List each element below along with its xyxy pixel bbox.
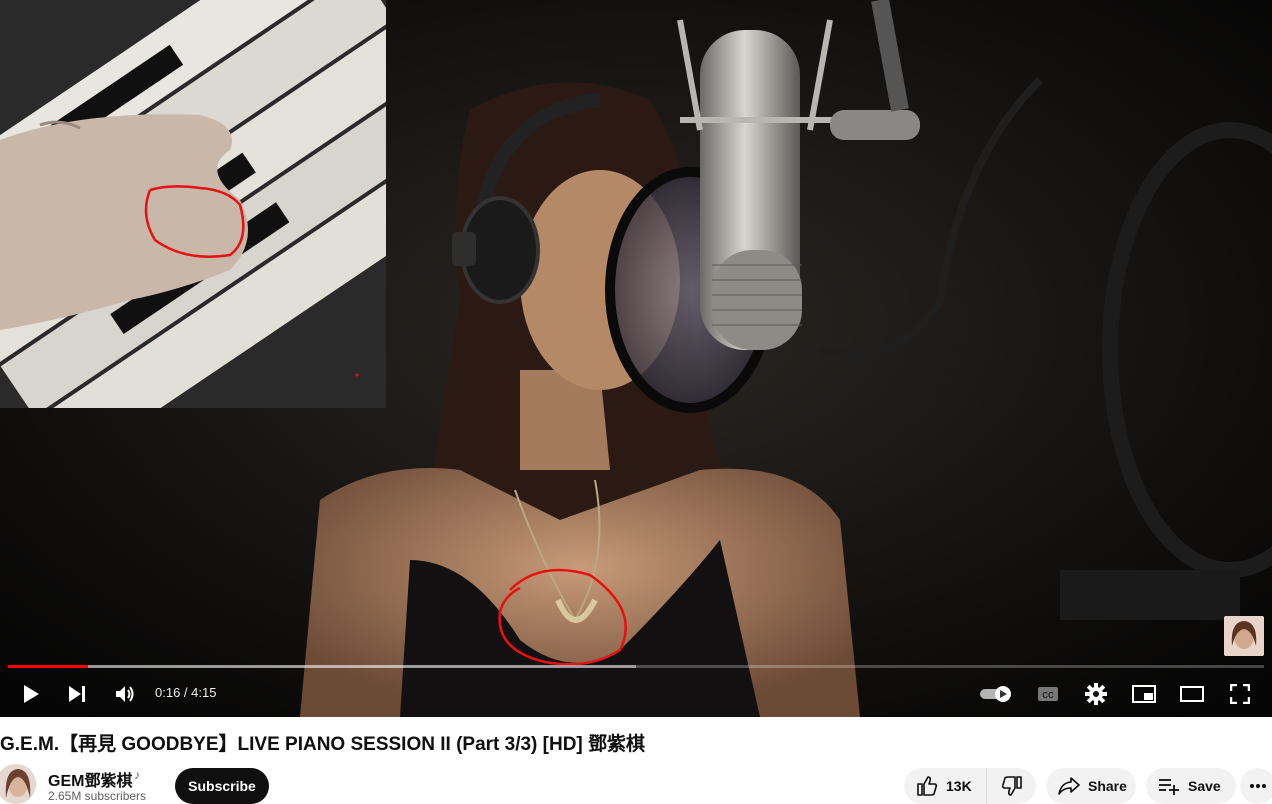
play-button[interactable]	[12, 672, 50, 716]
save-label: Save	[1188, 778, 1221, 794]
miniplayer-button[interactable]	[1124, 672, 1164, 716]
like-count: 13K	[946, 778, 972, 794]
volume-icon	[116, 686, 134, 702]
more-horizontal-icon	[1250, 784, 1266, 788]
playlist-add-icon	[1159, 779, 1179, 795]
progress-played	[8, 665, 89, 668]
channel-name[interactable]: GEM鄧紫棋	[48, 767, 132, 791]
video-player[interactable]: 0:16 / 4:15 CC	[0, 0, 1272, 717]
channel-avatar[interactable]	[0, 764, 36, 804]
share-label: Share	[1088, 778, 1127, 794]
theater-mode-button[interactable]	[1172, 672, 1212, 716]
music-note-icon: ♪	[134, 768, 140, 782]
progress-bar[interactable]	[8, 665, 1264, 668]
channel-watermark[interactable]	[1224, 616, 1264, 656]
piano-closeup-inset	[0, 0, 386, 408]
next-button[interactable]	[58, 672, 96, 716]
settings-button[interactable]	[1076, 672, 1116, 716]
fullscreen-button[interactable]	[1220, 672, 1260, 716]
mute-button[interactable]	[106, 672, 144, 716]
time-current: 0:16	[155, 685, 181, 700]
miniplayer-icon	[1132, 685, 1156, 703]
play-icon	[24, 685, 39, 703]
avatar-image	[0, 764, 36, 804]
autoplay-toggle[interactable]	[976, 672, 1018, 716]
captions-icon: CC	[1038, 687, 1058, 701]
thumbs-down-icon	[1001, 776, 1022, 796]
fullscreen-icon	[1230, 684, 1250, 704]
share-icon	[1058, 777, 1080, 795]
progress-buffer	[8, 665, 636, 668]
autoplay-toggle-icon	[980, 686, 1011, 702]
theater-icon	[1180, 686, 1204, 702]
video-title: G.E.M.【再見 GOODBYE】LIVE PIANO SESSION II …	[0, 734, 646, 755]
time-separator: /	[180, 685, 192, 700]
settings-icon	[1085, 683, 1107, 705]
subscriber-count: 2.65M subscribers	[48, 789, 147, 803]
captions-button[interactable]: CC	[1028, 672, 1068, 716]
player-controls: 0:16 / 4:15 CC	[0, 672, 1272, 716]
time-total: 4:15	[191, 685, 217, 700]
time-display: 0:16 / 4:15	[155, 672, 216, 716]
next-icon	[69, 686, 85, 702]
thumbs-up-icon	[917, 776, 938, 796]
svg-text:CC: CC	[1042, 691, 1054, 700]
